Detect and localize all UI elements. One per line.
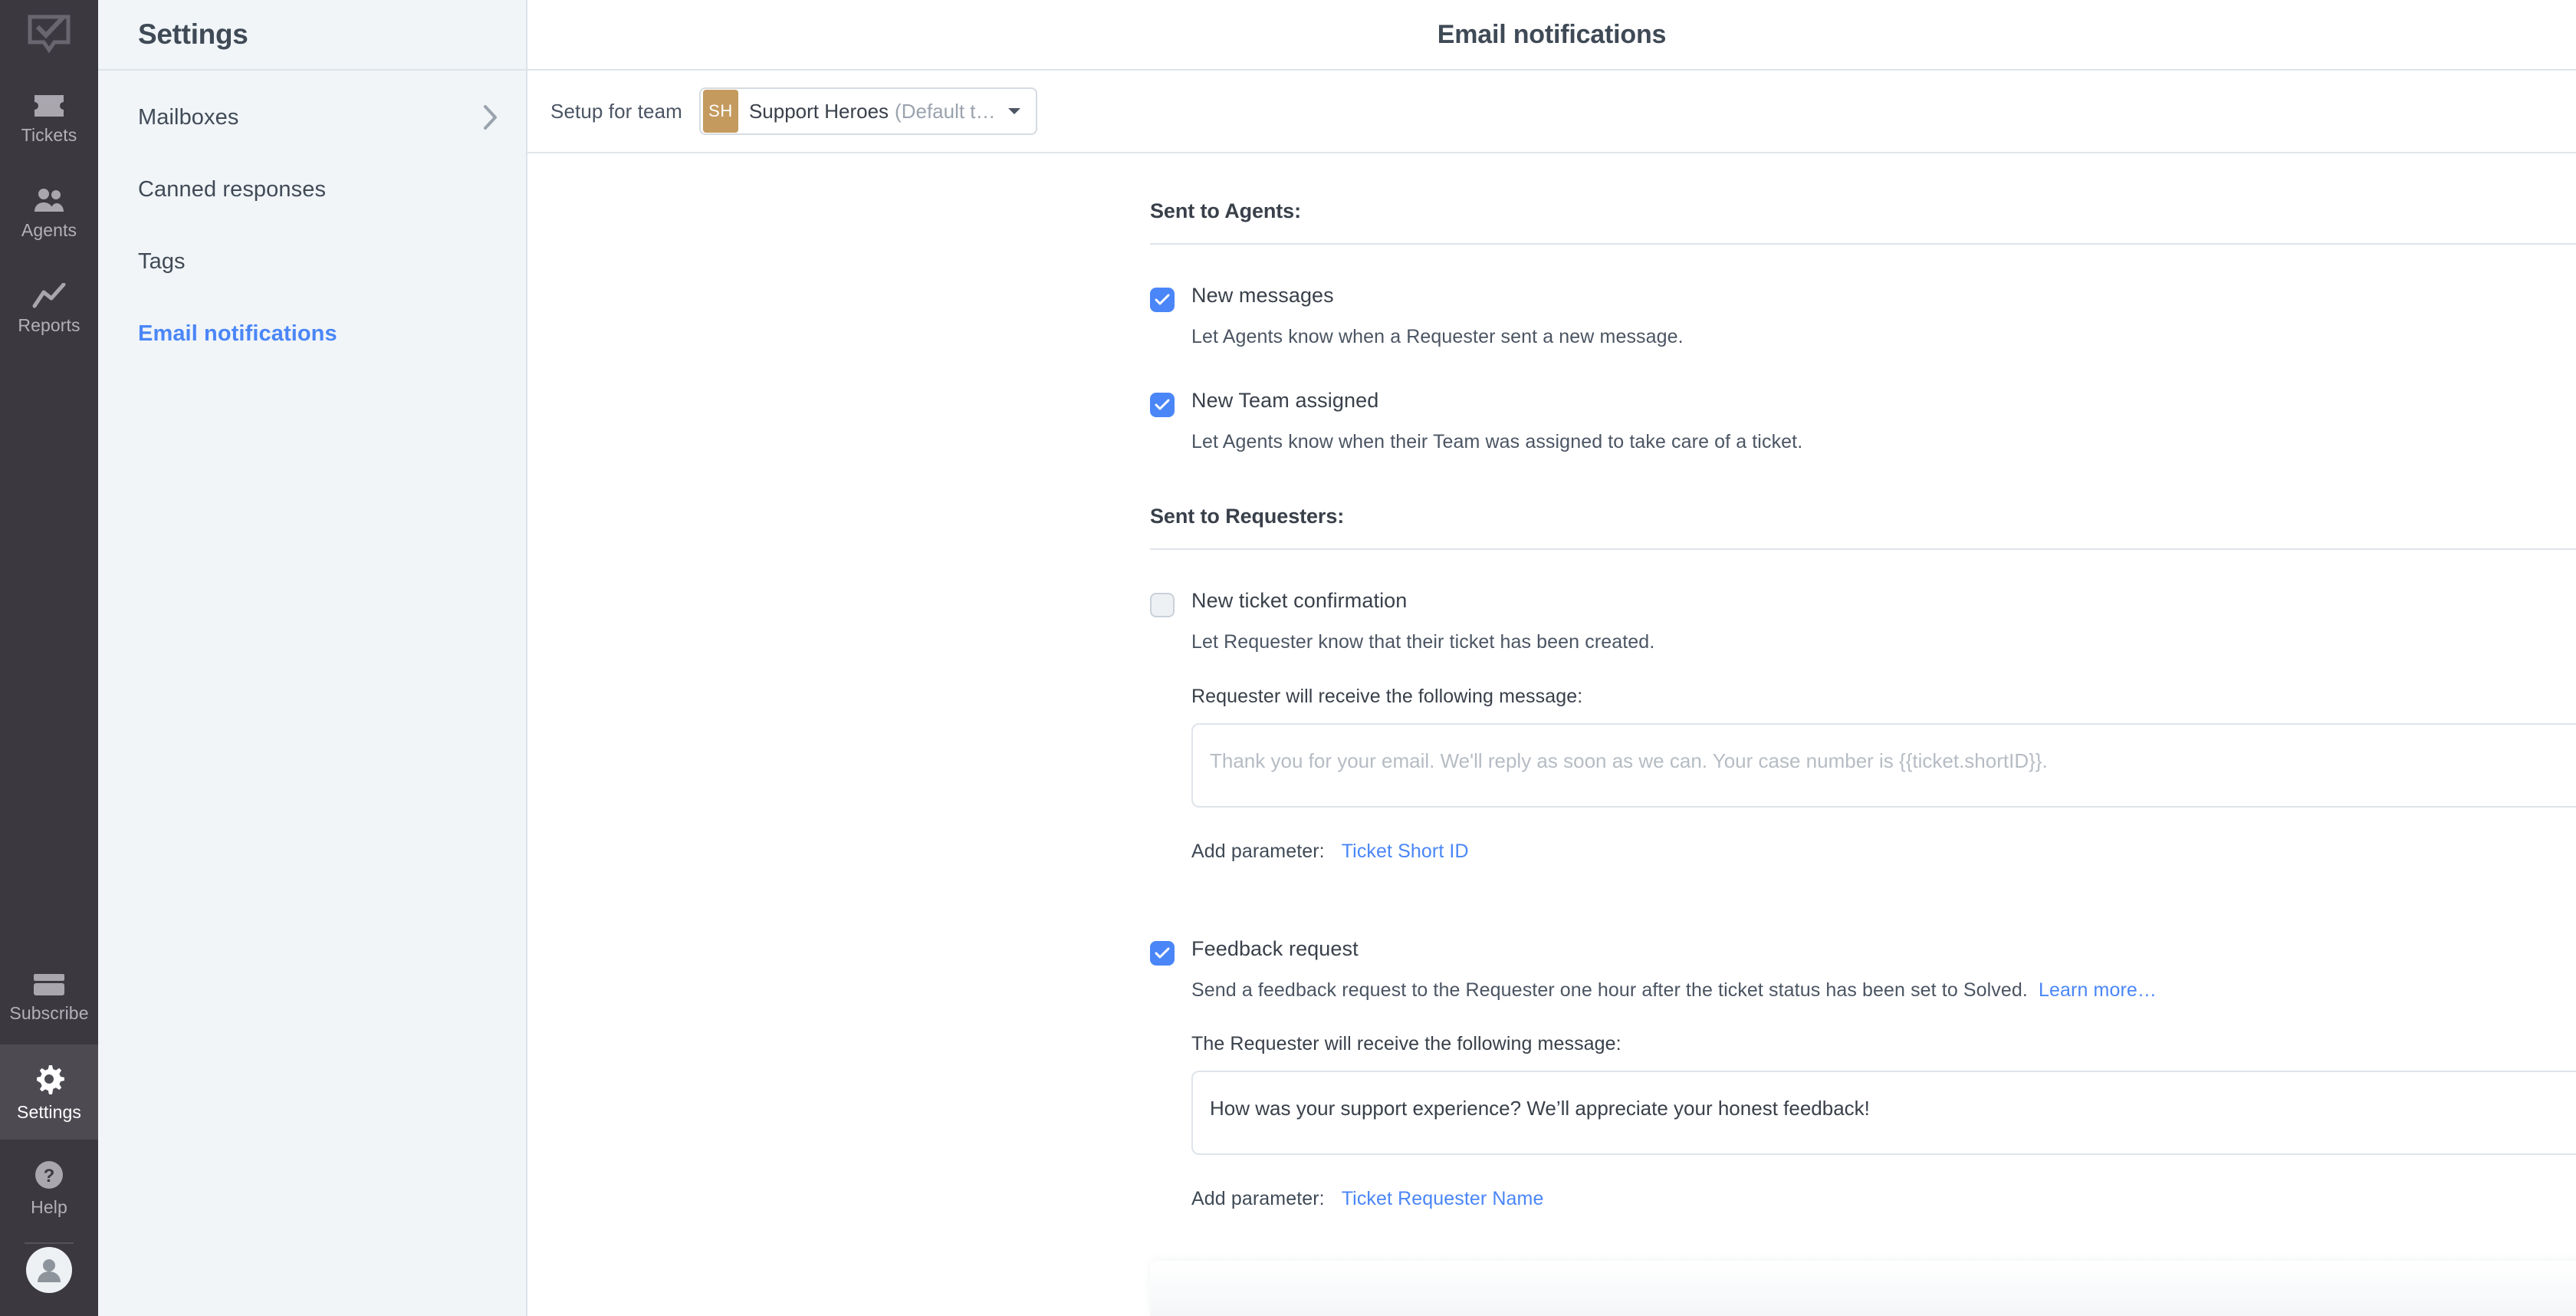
rail-item-agents[interactable]: Agents — [0, 166, 98, 261]
team-selector-dropdown[interactable]: SH Support Heroes (Default t… — [698, 87, 1037, 135]
checkbox-new-ticket-confirmation[interactable] — [1150, 593, 1175, 617]
checkbox-new-team-assigned[interactable] — [1150, 392, 1175, 417]
option-row: New ticket confirmation — [1150, 588, 2478, 617]
team-setup-bar: Setup for team SH Support Heroes (Defaul… — [527, 71, 2576, 153]
parameter-link-ticket-short-id[interactable]: Ticket Short ID — [1342, 841, 1469, 863]
avatar[interactable] — [26, 1247, 72, 1293]
parameter-link-ticket-requester-name[interactable]: Ticket Requester Name — [1342, 1188, 1544, 1210]
section-sent-to-agents: Sent to Agents: New messages Let Agents … — [1150, 199, 2576, 455]
rail-item-label: Tickets — [21, 124, 77, 145]
option-row: New Team assigned — [1150, 388, 2478, 417]
sidebar-item-canned-responses[interactable]: Canned responses — [98, 153, 526, 225]
ticket-icon — [34, 94, 64, 117]
chart-line-icon — [32, 282, 66, 308]
sidebar-item-label: Mailboxes — [138, 104, 239, 130]
rail-divider — [25, 1242, 74, 1244]
section-sent-to-requesters: Sent to Requesters: New ticket confirmat… — [1150, 505, 2576, 1211]
chevron-down-icon — [1007, 108, 1020, 114]
message-label: The Requester will receive the following… — [1191, 1033, 1622, 1054]
question-circle-icon: ? — [35, 1160, 63, 1189]
primary-nav-rail: Tickets Agents Reports Subscribe Setting… — [0, 0, 98, 1316]
option-description: Send a feedback request to the Requester… — [1191, 979, 2028, 1001]
message-label: Requester will receive the following mes… — [1191, 685, 1583, 707]
option-label: New messages — [1191, 284, 1334, 307]
notifications-content: Sent to Agents: New messages Let Agents … — [527, 153, 2576, 1316]
add-parameter-row: Add parameter: Ticket Short ID — [1191, 841, 2478, 863]
main-title: Email notifications — [1437, 19, 1667, 49]
rail-item-help[interactable]: ? Help — [0, 1140, 98, 1235]
checkbox-new-messages[interactable] — [1150, 288, 1175, 312]
rail-item-label: Reports — [18, 314, 80, 335]
learn-more-link[interactable]: Learn more… — [2039, 979, 2157, 1001]
sidebar-item-email-notifications[interactable]: Email notifications — [98, 298, 526, 370]
team-avatar: SH — [702, 90, 738, 133]
option-feedback-request: Feedback request Send a feedback request… — [1150, 936, 2576, 1211]
credit-card-icon — [34, 973, 64, 995]
add-parameter-label: Add parameter: — [1191, 1188, 1325, 1209]
app-logo[interactable] — [0, 0, 98, 71]
chevron-right-icon — [484, 105, 497, 130]
rail-item-label: Settings — [17, 1101, 81, 1122]
sidebar-item-tags[interactable]: Tags — [98, 225, 526, 298]
app-root: Tickets Agents Reports Subscribe Setting… — [0, 0, 2576, 1316]
user-avatar-icon — [38, 1259, 61, 1282]
notifications-inner: Sent to Agents: New messages Let Agents … — [527, 199, 2576, 1210]
sidebar-item-label: Tags — [138, 248, 186, 274]
inbox-check-logo-icon — [28, 15, 71, 54]
team-setup-label: Setup for team — [550, 99, 682, 123]
main-header: Email notifications — [527, 0, 2576, 71]
svg-text:?: ? — [44, 1166, 55, 1186]
checkbox-feedback-request[interactable] — [1150, 940, 1175, 966]
rail-item-tickets[interactable]: Tickets — [0, 71, 98, 166]
page-title: Settings — [138, 18, 248, 50]
option-description: Let Requester know that their ticket has… — [1191, 631, 1655, 653]
section-divider — [1150, 548, 2576, 550]
section-title: Sent to Requesters: — [1150, 505, 1345, 528]
option-new-team-assigned: New Team assigned Let Agents know when t… — [1150, 388, 2478, 455]
add-parameter-label: Add parameter: — [1191, 840, 1325, 862]
check-icon — [1155, 947, 1170, 958]
bottom-card-edge — [1150, 1261, 2576, 1316]
settings-nav-list: Mailboxes Canned responses Tags Email no… — [98, 71, 526, 370]
option-new-messages: New messages Let Agents know when a Requ… — [1150, 283, 2478, 350]
rail-item-label: Subscribe — [9, 1002, 89, 1023]
agents-icon — [34, 188, 64, 212]
option-description: Let Agents know when a Requester sent a … — [1191, 326, 1684, 347]
sidebar-item-label: Email notifications — [138, 321, 337, 346]
section-divider — [1150, 243, 2576, 245]
rail-item-label: Agents — [21, 219, 77, 240]
option-description: Let Agents know when their Team was assi… — [1191, 430, 1803, 452]
option-label: New Team assigned — [1191, 388, 1379, 412]
settings-sidebar: Settings Mailboxes Canned responses Tags… — [98, 0, 527, 1316]
feedback-request-message-input[interactable] — [1191, 1071, 2576, 1155]
option-row: New messages — [1150, 283, 2478, 312]
settings-sidebar-header: Settings — [98, 0, 526, 71]
rail-item-label: Help — [31, 1196, 67, 1217]
rail-item-reports[interactable]: Reports — [0, 261, 98, 356]
team-name: Support Heroes — [748, 99, 889, 123]
rail-item-settings[interactable]: Settings — [0, 1045, 98, 1140]
check-icon — [1155, 294, 1170, 305]
rail-item-subscribe[interactable]: Subscribe — [0, 949, 98, 1045]
option-gap — [1150, 863, 2478, 898]
main-content: Email notifications Setup for team SH Su… — [527, 0, 2576, 1316]
option-row: Feedback request — [1150, 936, 2478, 966]
option-description-wrap: Send a feedback request to the Requester… — [1191, 978, 2478, 1003]
check-icon — [1155, 399, 1170, 410]
add-parameter-row: Add parameter: Ticket Requester Name — [1191, 1188, 2478, 1210]
option-label: New ticket confirmation — [1191, 589, 1408, 612]
sidebar-item-mailboxes[interactable]: Mailboxes — [98, 81, 526, 153]
option-label: Feedback request — [1191, 936, 1359, 960]
new-ticket-confirmation-message-input[interactable] — [1191, 722, 2576, 808]
sidebar-item-label: Canned responses — [138, 176, 327, 202]
section-title: Sent to Agents: — [1150, 199, 1301, 222]
gear-icon — [37, 1064, 64, 1094]
team-default-suffix: (Default t… — [895, 99, 996, 123]
option-new-ticket-confirmation: New ticket confirmation Let Requester kn… — [1150, 588, 2576, 863]
